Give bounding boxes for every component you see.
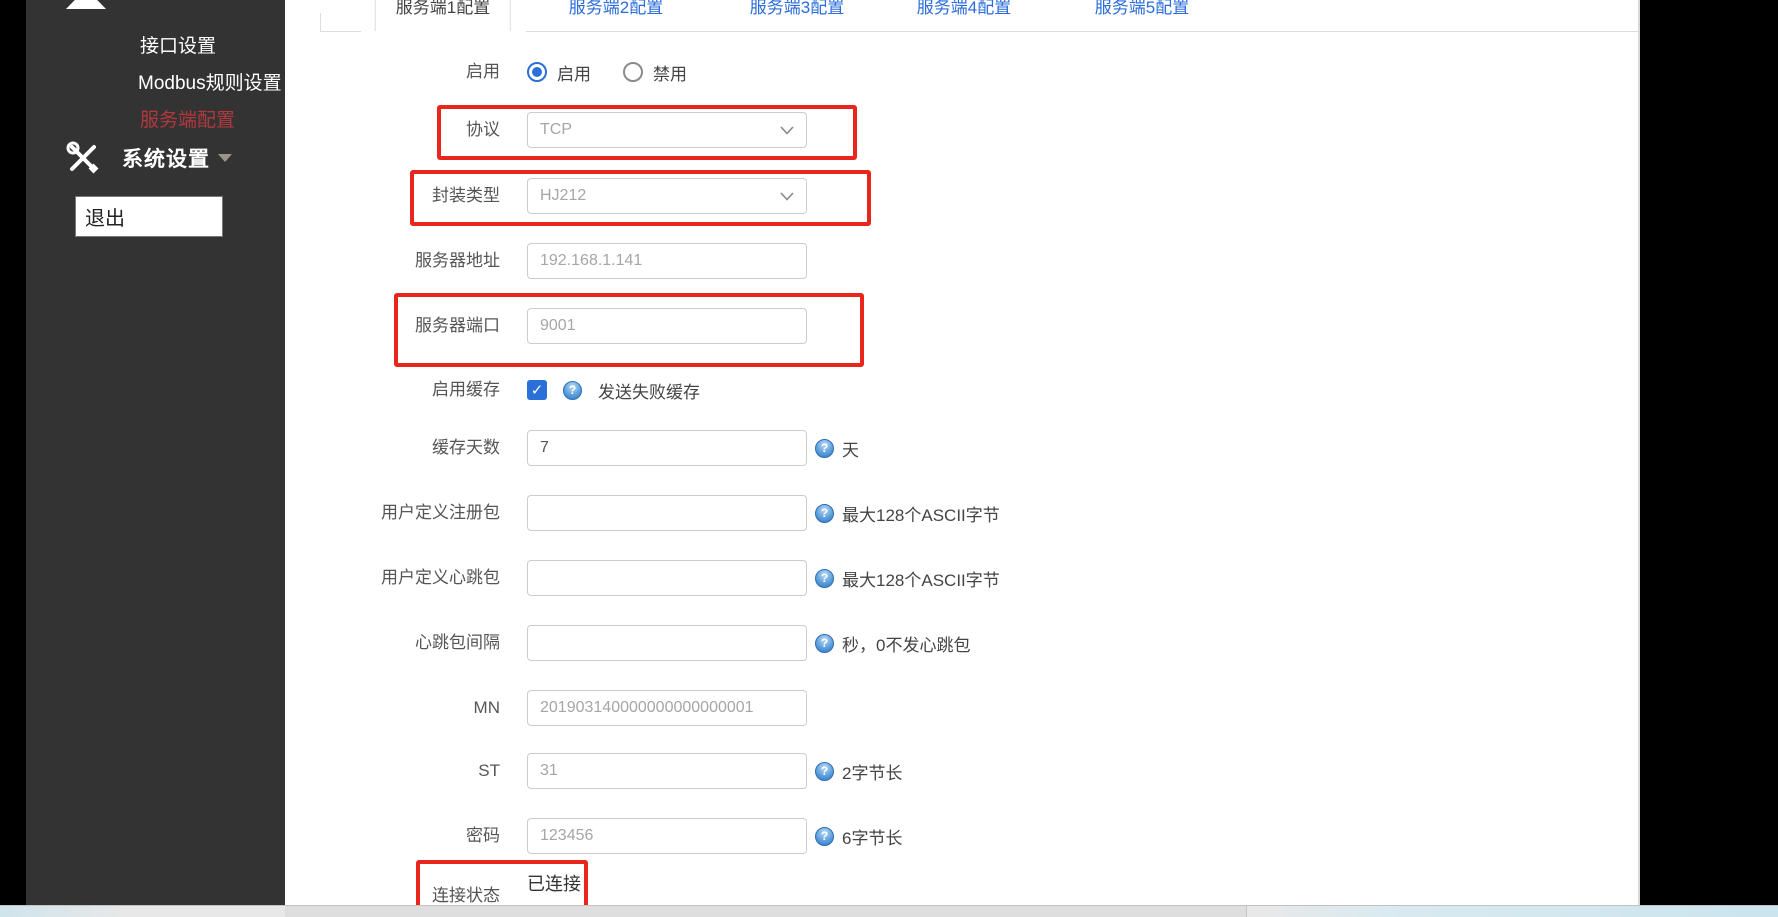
tab-server1-config[interactable]: 服务端1配置 bbox=[375, 0, 511, 33]
row-heartbeat-packet: 用户定义心跳包 ? 最大128个ASCII字节 bbox=[285, 560, 1585, 596]
help-icon[interactable]: ? bbox=[815, 762, 834, 781]
help-icon[interactable]: ? bbox=[815, 504, 834, 523]
cache-days-hint: 天 bbox=[842, 436, 859, 461]
chevron-down-icon bbox=[780, 192, 794, 201]
encapsulation-selected-value: HJ212 bbox=[540, 187, 586, 204]
row-password: 密码 ? 6字节长 bbox=[285, 818, 1585, 854]
bottom-scrollbar-track bbox=[0, 905, 1778, 917]
server-address-input[interactable] bbox=[527, 243, 807, 279]
heartbeat-interval-label: 心跳包间隔 bbox=[285, 625, 500, 661]
mn-input[interactable] bbox=[527, 690, 807, 726]
page: 接口设置 Modbus规则设置 服务端配置 系统设置 退出 服务端1配置 bbox=[0, 0, 1778, 917]
tab-server2-config[interactable]: 服务端2配置 bbox=[549, 0, 683, 33]
help-icon[interactable]: ? bbox=[815, 634, 834, 653]
horizontal-scrollbar-thumb[interactable] bbox=[285, 906, 1247, 917]
sidebar-item-server-config-active[interactable]: 服务端配置 bbox=[140, 105, 235, 132]
row-enable: 启用 启用 禁用 bbox=[285, 54, 1585, 90]
register-packet-label: 用户定义注册包 bbox=[285, 495, 500, 531]
register-packet-hint: 最大128个ASCII字节 bbox=[842, 501, 1000, 526]
cache-days-input[interactable] bbox=[527, 430, 807, 466]
help-icon[interactable]: ? bbox=[563, 381, 582, 400]
row-register-packet: 用户定义注册包 ? 最大128个ASCII字节 bbox=[285, 495, 1585, 531]
encapsulation-label: 封装类型 bbox=[285, 178, 500, 214]
tabbar-left-edge bbox=[320, 13, 321, 32]
tabbar-active-gap bbox=[361, 31, 526, 33]
st-hint: 2字节长 bbox=[842, 759, 902, 784]
chevron-down-icon bbox=[218, 154, 232, 162]
protocol-label: 协议 bbox=[285, 112, 500, 148]
tab-server4-config[interactable]: 服务端4配置 bbox=[897, 0, 1031, 33]
chevron-down-icon bbox=[780, 126, 794, 135]
sidebar-item-system-settings[interactable]: 系统设置 bbox=[66, 140, 232, 176]
row-cache-days: 缓存天数 ? 天 bbox=[285, 430, 1585, 466]
row-connection-status: 连接状态 已连接 bbox=[285, 866, 1585, 908]
help-icon[interactable]: ? bbox=[815, 439, 834, 458]
protocol-selected-value: TCP bbox=[540, 121, 572, 138]
password-input[interactable] bbox=[527, 818, 807, 854]
cache-days-label: 缓存天数 bbox=[285, 430, 500, 466]
help-icon[interactable]: ? bbox=[815, 827, 834, 846]
enable-radio-on-label: 启用 bbox=[557, 60, 591, 85]
logout-button[interactable]: 退出 bbox=[75, 196, 223, 237]
main-content: 服务端1配置 服务端2配置 服务端3配置 服务端4配置 服务端5配置 启用 启用… bbox=[285, 0, 1640, 905]
logo-partial-icon bbox=[66, 0, 106, 9]
server-address-label: 服务器地址 bbox=[285, 243, 500, 279]
system-settings-label: 系统设置 bbox=[122, 143, 210, 173]
row-server-address: 服务器地址 bbox=[285, 243, 1585, 279]
heartbeat-interval-input[interactable] bbox=[527, 625, 807, 661]
cache-enable-label: 启用缓存 bbox=[285, 372, 500, 408]
password-hint: 6字节长 bbox=[842, 824, 902, 849]
enable-radio-on[interactable] bbox=[527, 62, 547, 82]
heartbeat-packet-input[interactable] bbox=[527, 560, 807, 596]
server-config-tabbar: 服务端1配置 服务端2配置 服务端3配置 服务端4配置 服务端5配置 bbox=[285, 0, 1640, 33]
heartbeat-interval-hint: 秒，0不发心跳包 bbox=[842, 631, 970, 656]
help-icon[interactable]: ? bbox=[815, 569, 834, 588]
enable-radio-off-label: 禁用 bbox=[653, 60, 687, 85]
cache-enable-hint: 发送失败缓存 bbox=[598, 378, 700, 403]
server-port-input[interactable] bbox=[527, 308, 807, 344]
heartbeat-packet-label: 用户定义心跳包 bbox=[285, 560, 500, 596]
heartbeat-packet-hint: 最大128个ASCII字节 bbox=[842, 566, 1000, 591]
right-black-region bbox=[1640, 0, 1778, 905]
protocol-select[interactable]: TCP bbox=[527, 112, 807, 148]
sidebar-item-interface-settings[interactable]: 接口设置 bbox=[140, 31, 216, 58]
st-input[interactable] bbox=[527, 753, 807, 789]
mn-label: MN bbox=[285, 690, 500, 726]
connection-status-value: 已连接 bbox=[527, 870, 581, 896]
sidebar: 接口设置 Modbus规则设置 服务端配置 系统设置 退出 bbox=[26, 0, 285, 905]
encapsulation-select[interactable]: HJ212 bbox=[527, 178, 807, 214]
tab-server5-config[interactable]: 服务端5配置 bbox=[1075, 0, 1209, 33]
cache-enable-checkbox[interactable]: ✓ bbox=[527, 380, 547, 400]
register-packet-input[interactable] bbox=[527, 495, 807, 531]
sidebar-item-modbus-rules[interactable]: Modbus规则设置 bbox=[138, 68, 282, 95]
row-heartbeat-interval: 心跳包间隔 ? 秒，0不发心跳包 bbox=[285, 625, 1585, 661]
row-encapsulation: 封装类型 HJ212 bbox=[285, 178, 1585, 214]
server-port-label: 服务器端口 bbox=[285, 308, 500, 344]
enable-radio-off[interactable] bbox=[623, 62, 643, 82]
left-black-strip bbox=[0, 0, 26, 905]
row-st: ST ? 2字节长 bbox=[285, 753, 1585, 789]
password-label: 密码 bbox=[285, 818, 500, 854]
row-cache-enable: 启用缓存 ✓ ? 发送失败缓存 bbox=[285, 372, 1585, 408]
tab-server3-config[interactable]: 服务端3配置 bbox=[730, 0, 864, 33]
row-protocol: 协议 TCP bbox=[285, 112, 1585, 148]
logout-label: 退出 bbox=[85, 202, 125, 231]
row-server-port: 服务器端口 bbox=[285, 308, 1585, 344]
wrench-icon bbox=[66, 141, 100, 175]
enable-label: 启用 bbox=[285, 54, 500, 90]
st-label: ST bbox=[285, 753, 500, 789]
row-mn: MN bbox=[285, 690, 1585, 726]
